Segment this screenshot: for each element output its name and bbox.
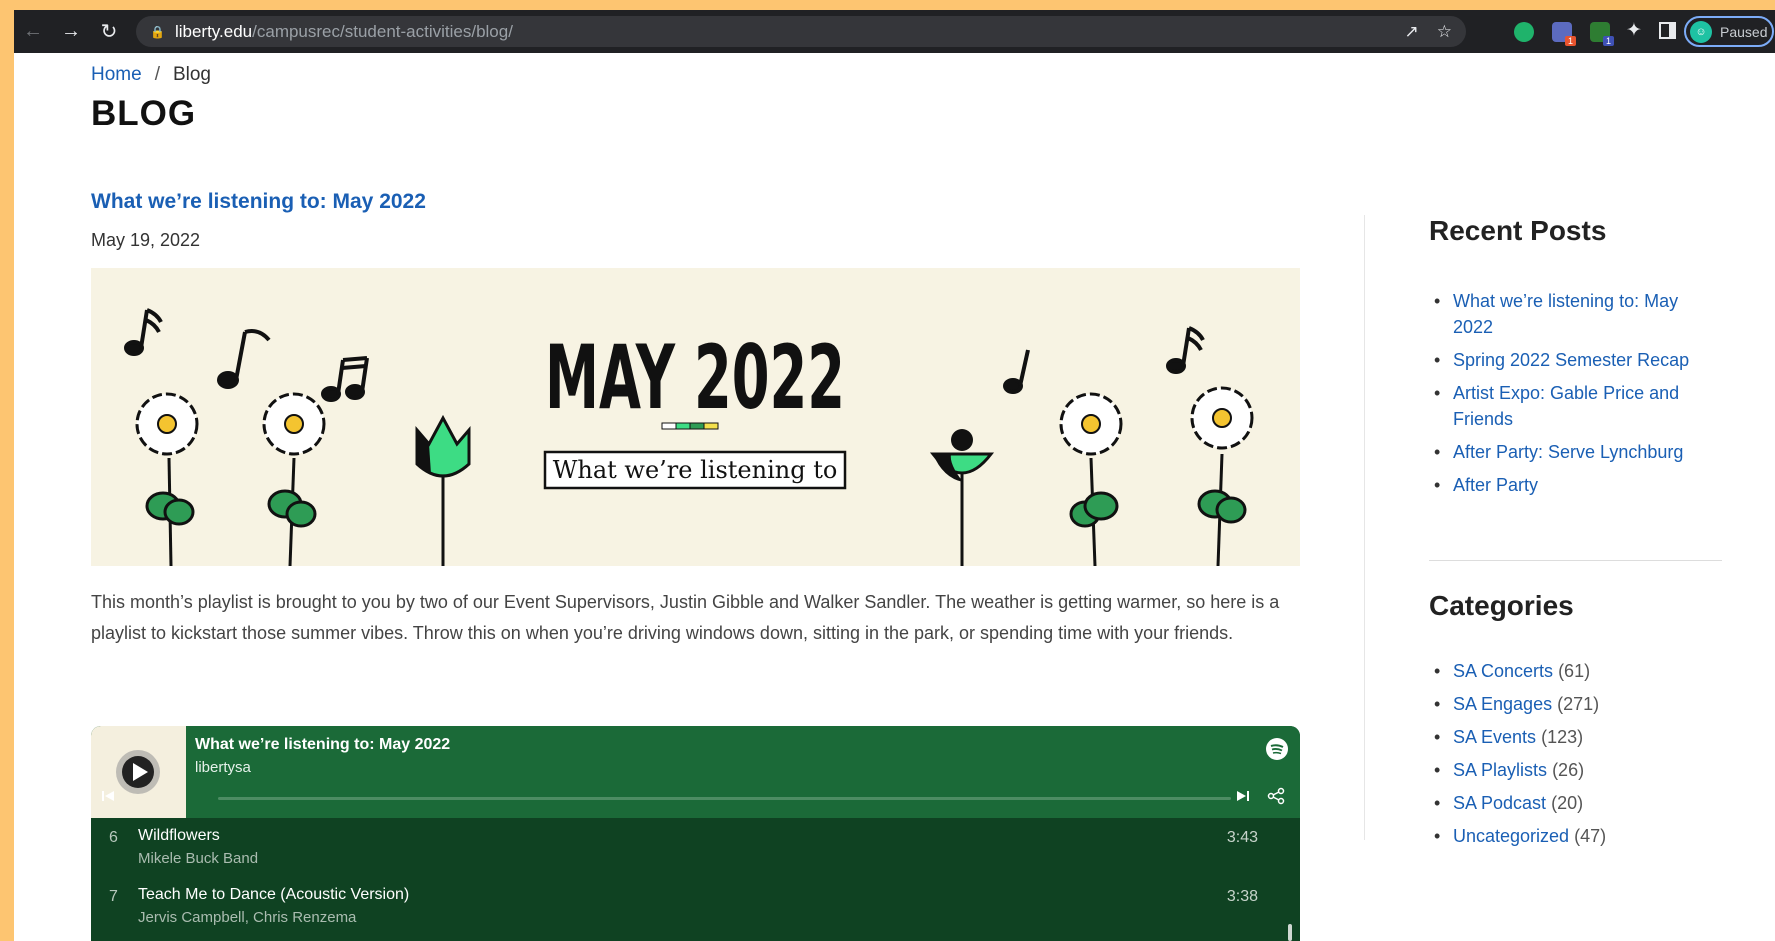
daisy-flower-icon <box>1190 386 1254 566</box>
list-item: SA Podcast (20) <box>1429 790 1719 816</box>
category-count: (61) <box>1558 661 1591 681</box>
list-item: After Party: Serve Lynchburg <box>1429 439 1719 465</box>
category-link[interactable]: SA Playlists <box>1453 760 1547 780</box>
share-icon[interactable]: ↗ <box>1405 22 1419 42</box>
forward-icon[interactable]: → <box>52 10 90 53</box>
playlist-title[interactable]: What we’re listening to: May 2022 <box>195 736 450 754</box>
music-note-icon <box>124 308 163 356</box>
lock-icon: 🔒 <box>150 24 165 39</box>
track-row[interactable]: 7 Teach Me to Dance (Acoustic Version) J… <box>91 878 1300 934</box>
puzzle-extensions-icon[interactable]: ✦ <box>1626 19 1642 42</box>
list-item: SA Playlists (26) <box>1429 757 1719 783</box>
list-item: SA Concerts (61) <box>1429 658 1719 684</box>
recent-post-link[interactable]: Spring 2022 Semester Recap <box>1453 350 1689 370</box>
address-bar[interactable]: 🔒 liberty.edu/campusrec/student-activiti… <box>136 16 1466 47</box>
post-featured-image[interactable]: MAY 2022 What we’re listening to <box>91 268 1300 566</box>
banner-subtitle: What we’re listening to <box>553 456 838 484</box>
breadcrumb-current: Blog <box>172 64 211 85</box>
spotify-embed-player[interactable]: What we’re listening to: May 2022 libert… <box>91 726 1300 941</box>
category-count: (123) <box>1541 727 1584 747</box>
list-item: SA Events (123) <box>1429 724 1719 750</box>
category-count: (20) <box>1551 793 1584 813</box>
next-track-icon[interactable] <box>1236 789 1250 808</box>
list-item: After Party <box>1429 472 1719 498</box>
side-panel-icon[interactable] <box>1659 22 1676 39</box>
recent-post-link[interactable]: After Party: Serve Lynchburg <box>1453 442 1683 462</box>
player-header: What we’re listening to: May 2022 libert… <box>91 726 1300 818</box>
recent-posts-heading: Recent Posts <box>1429 215 1607 246</box>
track-row[interactable]: 6 Wildflowers Mikele Buck Band 3:43 <box>91 819 1300 875</box>
post-excerpt: This month’s playlist is brought to you … <box>91 592 1280 643</box>
list-item: Uncategorized (47) <box>1429 823 1719 849</box>
track-artist: Jervis Campbell, Chris Renzema <box>138 909 357 926</box>
breadcrumb-home-link[interactable]: Home <box>91 64 142 85</box>
url-domain: liberty.edu <box>174 21 253 41</box>
spotify-logo-icon[interactable] <box>1266 738 1288 760</box>
extension-badge: 1 <box>1564 36 1576 46</box>
breadcrumb: Home / Blog <box>91 64 211 86</box>
music-note-icon <box>321 356 369 402</box>
previous-track-icon[interactable] <box>101 789 115 808</box>
track-duration: 3:38 <box>1226 888 1258 905</box>
track-name: Teach Me to Dance (Acoustic Version) <box>138 886 410 903</box>
playlist-owner[interactable]: libertysa <box>195 759 251 776</box>
daisy-flower-icon <box>135 392 199 566</box>
extension-badge: 1 <box>1602 36 1614 46</box>
tulip-flower-icon <box>415 414 471 566</box>
category-link[interactable]: Uncategorized <box>1453 826 1569 846</box>
track-name: Wildflowers <box>138 827 220 844</box>
category-count: (271) <box>1557 694 1600 714</box>
list-item: Spring 2022 Semester Recap <box>1429 347 1719 373</box>
page-title: BLOG <box>91 94 197 133</box>
recent-posts-list: What we’re listening to: May 2022 Spring… <box>1429 288 1719 505</box>
sidebar-divider <box>1364 215 1365 840</box>
music-note-icon <box>1003 349 1030 394</box>
abstract-flower-icon <box>929 429 995 566</box>
category-link[interactable]: SA Podcast <box>1453 793 1546 813</box>
tracklist-scrollbar[interactable] <box>1288 924 1292 941</box>
url-path: /campusrec/student-activities/blog/ <box>252 21 513 41</box>
track-number: 7 <box>109 888 118 905</box>
banner-color-bar <box>661 422 719 430</box>
post-title-link[interactable]: What we’re listening to: May 2022 <box>91 190 426 214</box>
profile-status: Paused <box>1720 23 1768 40</box>
list-item: Artist Expo: Gable Price and Friends <box>1429 380 1719 432</box>
category-count: (47) <box>1574 826 1607 846</box>
music-note-icon <box>217 329 271 389</box>
extension-icon[interactable]: 1 <box>1552 22 1576 46</box>
list-item: What we’re listening to: May 2022 <box>1429 288 1719 340</box>
track-number: 6 <box>109 829 118 846</box>
track-duration: 3:43 <box>1226 829 1258 846</box>
post-date: May 19, 2022 <box>91 230 201 250</box>
category-count: (26) <box>1552 760 1585 780</box>
music-note-icon <box>1166 326 1205 374</box>
categories-heading: Categories <box>1429 590 1574 621</box>
list-item: SA Engages (271) <box>1429 691 1719 717</box>
avatar: ☺ <box>1690 20 1712 43</box>
daisy-flower-icon <box>1059 392 1123 566</box>
bookmark-star-icon[interactable]: ☆ <box>1437 22 1452 42</box>
browser-toolbar: ← → ↻ 🔒 liberty.edu/campusrec/student-ac… <box>14 10 1775 53</box>
category-link[interactable]: SA Engages <box>1453 694 1552 714</box>
sidebar-separator <box>1429 560 1722 561</box>
recent-post-link[interactable]: What we’re listening to: May 2022 <box>1453 291 1678 337</box>
recent-post-link[interactable]: Artist Expo: Gable Price and Friends <box>1453 383 1679 429</box>
daisy-flower-icon <box>262 392 326 566</box>
category-link[interactable]: SA Concerts <box>1453 661 1553 681</box>
categories-list: SA Concerts (61) SA Engages (271) SA Eve… <box>1429 658 1719 856</box>
profile-button[interactable]: ☺ Paused <box>1684 16 1774 47</box>
progress-track[interactable] <box>218 797 1231 800</box>
banner-headline: MAY 2022 <box>545 326 845 429</box>
extension-icon[interactable]: 1 <box>1590 22 1614 46</box>
back-icon[interactable]: ← <box>14 10 52 53</box>
grammarly-extension-icon[interactable] <box>1514 22 1534 42</box>
track-artist: Mikele Buck Band <box>138 850 259 867</box>
breadcrumb-separator: / <box>154 64 160 85</box>
share-icon[interactable] <box>1267 787 1285 810</box>
browser-window: ← → ↻ 🔒 liberty.edu/campusrec/student-ac… <box>14 10 1775 941</box>
category-link[interactable]: SA Events <box>1453 727 1536 747</box>
reload-icon[interactable]: ↻ <box>90 10 128 53</box>
recent-post-link[interactable]: After Party <box>1453 475 1538 495</box>
